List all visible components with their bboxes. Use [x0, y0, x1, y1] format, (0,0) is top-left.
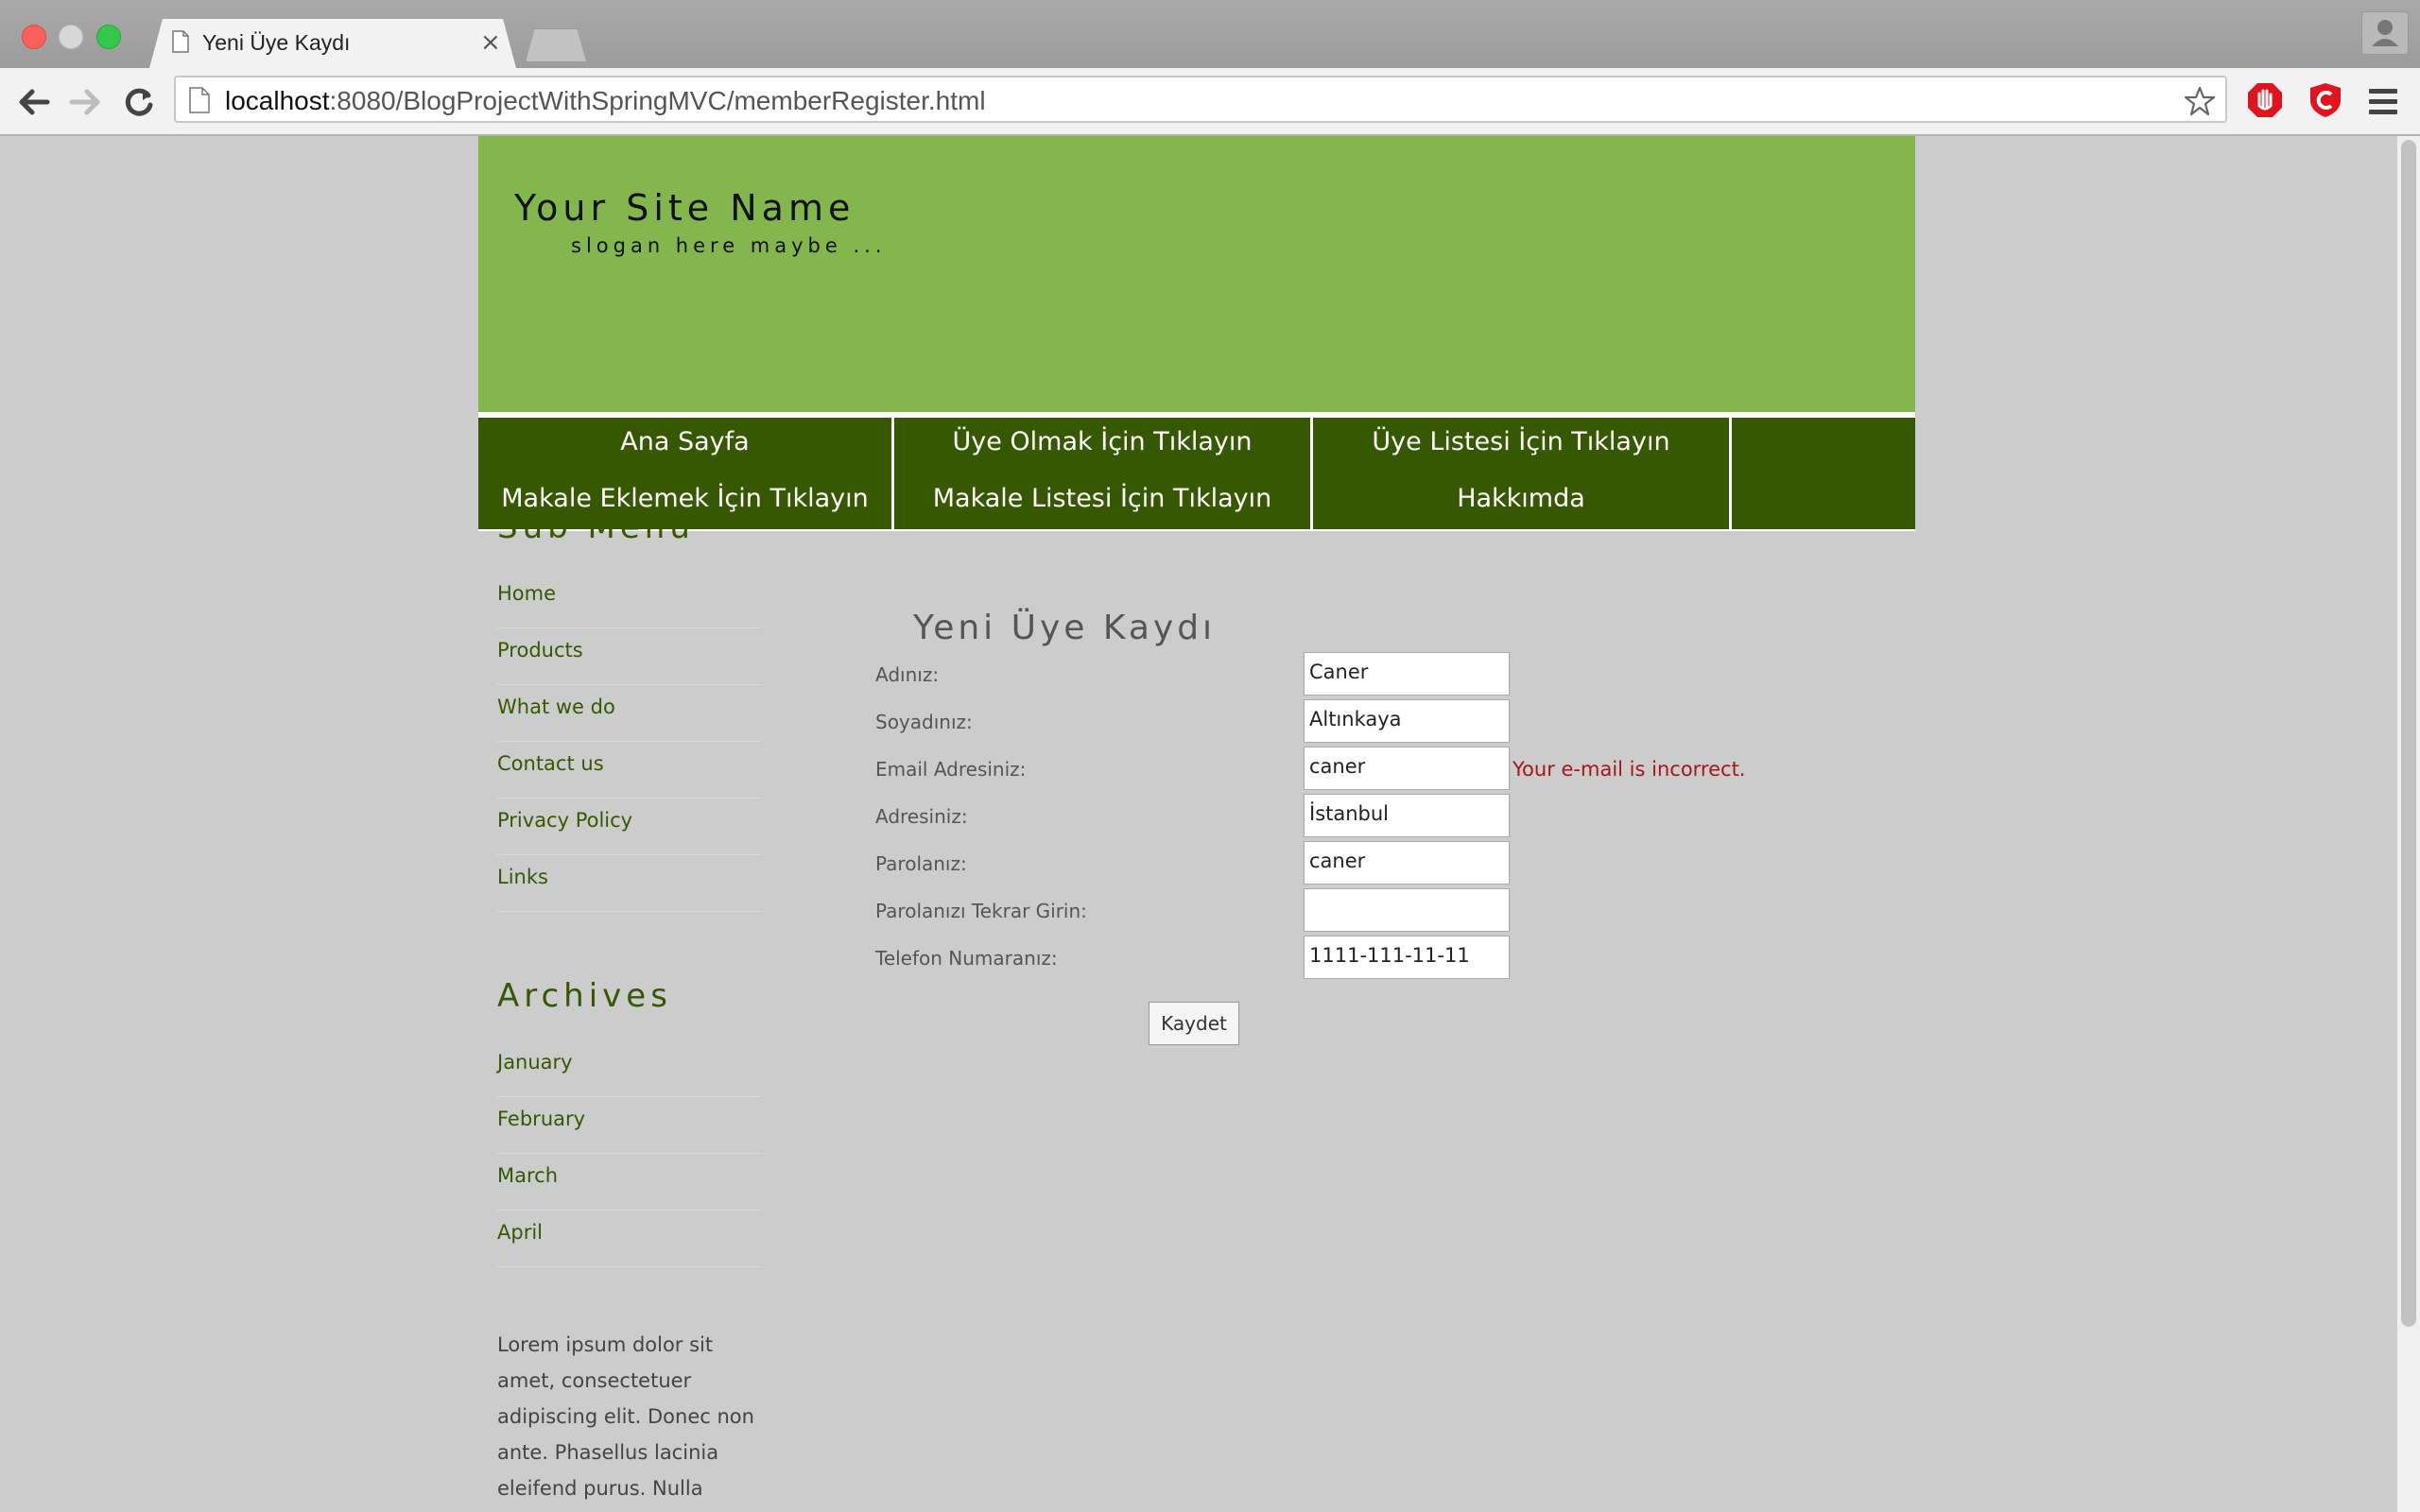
page-scrollbar[interactable]	[2397, 136, 2420, 1512]
site-name: Your Site Name	[514, 187, 856, 229]
archive-item-march[interactable]: March	[497, 1153, 760, 1211]
input-parolaniz[interactable]: caner	[1304, 841, 1510, 885]
nav-link-uye-listesi[interactable]: Üye Listesi İçin Tıklayın	[1313, 427, 1729, 456]
form-title: Yeni Üye Kaydı	[913, 609, 1217, 647]
kaydet-button[interactable]: Kaydet	[1149, 1002, 1239, 1045]
site-slogan: slogan here maybe ...	[571, 234, 887, 257]
adblock-icon[interactable]	[2246, 81, 2284, 119]
bookmark-star-icon[interactable]	[2184, 85, 2216, 117]
submenu-item-label: Privacy Policy	[497, 809, 633, 832]
submenu-item-label: Contact us	[497, 752, 604, 775]
input-email[interactable]: caner	[1304, 747, 1510, 790]
submenu-item-what-we-do[interactable]: What we do	[497, 684, 760, 742]
sidebar-paragraph: Lorem ipsum dolor sit amet, consectetuer…	[497, 1333, 754, 1500]
archive-item-january[interactable]: January	[497, 1040, 760, 1097]
submenu-title: Sub Menu	[497, 508, 695, 546]
input-adiniz[interactable]: Caner	[1304, 652, 1510, 696]
nav-link-uye-ol[interactable]: Üye Olmak İçin Tıklayın	[894, 427, 1310, 456]
forward-arrow-icon[interactable]	[64, 81, 106, 123]
back-arrow-icon[interactable]	[13, 81, 55, 123]
archives-title: Archives	[497, 977, 672, 1015]
page-icon	[172, 30, 189, 53]
input-adresiniz[interactable]: İstanbul	[1304, 794, 1510, 837]
label-telefon: Telefon Numaranız:	[875, 947, 1058, 970]
url-text: localhost:8080/BlogProjectWithSpringMVC/…	[225, 86, 986, 116]
minimize-window-button[interactable]	[59, 25, 83, 49]
submenu-item-products[interactable]: Products	[497, 627, 760, 685]
label-adresiniz: Adresiniz:	[875, 805, 968, 828]
submenu-item-label: Links	[497, 866, 548, 888]
label-soyadiniz: Soyadınız:	[875, 711, 973, 733]
browser-tab-active[interactable]: Yeni Üye Kaydı ×	[149, 19, 516, 68]
submenu-item-label: What we do	[497, 696, 615, 718]
page-icon	[189, 87, 210, 113]
nav-link-hakkimda[interactable]: Hakkımda	[1313, 484, 1729, 513]
address-bar[interactable]: localhost:8080/BlogProjectWithSpringMVC/…	[174, 76, 2227, 123]
nav-column-3: Üye Listesi İçin Tıklayın Hakkımda	[1313, 418, 1732, 529]
tab-close-icon[interactable]: ×	[480, 28, 501, 57]
menu-icon[interactable]	[2369, 89, 2397, 115]
tab-title: Yeni Üye Kaydı	[202, 30, 351, 55]
archive-item-label: January	[497, 1051, 573, 1074]
archive-item-february[interactable]: February	[497, 1096, 760, 1154]
scrollbar-thumb[interactable]	[2401, 140, 2416, 1327]
submenu-item-label: Home	[497, 582, 557, 605]
profile-icon[interactable]	[2361, 11, 2409, 55]
browser-toolbar: localhost:8080/BlogProjectWithSpringMVC/…	[0, 68, 2420, 136]
submenu-item-privacy-policy[interactable]: Privacy Policy	[497, 798, 760, 855]
reload-icon[interactable]	[117, 81, 159, 123]
email-error-message: Your e-mail is incorrect.	[1512, 758, 1746, 781]
maximize-window-button[interactable]	[96, 25, 121, 49]
input-telefon[interactable]: 1111-111-11-11	[1304, 936, 1510, 979]
new-tab-button[interactable]	[526, 28, 586, 61]
url-path: :8080/BlogProjectWithSpringMVC/memberReg…	[329, 86, 986, 115]
url-host: localhost	[225, 86, 330, 115]
submenu-item-label: Products	[497, 639, 583, 662]
label-email: Email Adresiniz:	[875, 758, 1027, 781]
nav-column-2: Üye Olmak İçin Tıklayın Makale Listesi İ…	[894, 418, 1313, 529]
label-parola-tekrar: Parolanızı Tekrar Girin:	[875, 900, 1087, 922]
submenu-item-links[interactable]: Links	[497, 854, 760, 912]
archive-item-label: April	[497, 1221, 543, 1244]
submenu-item-contact-us[interactable]: Contact us	[497, 741, 760, 799]
browser-titlebar: Yeni Üye Kaydı ×	[0, 0, 2420, 68]
archive-item-label: February	[497, 1108, 586, 1130]
input-soyadiniz[interactable]: Altınkaya	[1304, 699, 1510, 743]
archive-item-label: March	[497, 1164, 559, 1187]
extension-shield-icon[interactable]	[2307, 81, 2344, 119]
site-header: Your Site Name slogan here maybe ...	[478, 136, 1915, 412]
input-parola-tekrar[interactable]	[1304, 888, 1510, 932]
archive-item-april[interactable]: April	[497, 1210, 760, 1267]
page-viewport: Your Site Name slogan here maybe ... Ana…	[0, 136, 2397, 1512]
close-window-button[interactable]	[22, 25, 46, 49]
nav-link-makale-listesi[interactable]: Makale Listesi İçin Tıklayın	[894, 484, 1310, 513]
nav-link-ana-sayfa[interactable]: Ana Sayfa	[478, 427, 891, 456]
label-parolaniz: Parolanız:	[875, 852, 967, 875]
submenu-item-home[interactable]: Home	[497, 571, 760, 628]
label-adiniz: Adınız:	[875, 663, 940, 686]
